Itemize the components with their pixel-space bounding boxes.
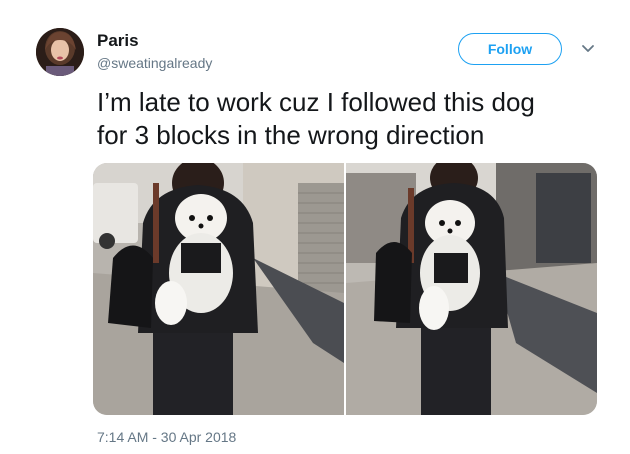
- tweet-text-line: for 3 blocks in the wrong direction: [97, 120, 485, 150]
- display-name[interactable]: Paris: [97, 31, 139, 51]
- tweet-timestamp[interactable]: 7:14 AM - 30 Apr 2018: [97, 429, 236, 445]
- tweet-text: I’m late to work cuz I followed this dog…: [97, 86, 607, 152]
- tweet-text-line: I’m late to work cuz I followed this dog: [97, 87, 535, 117]
- avatar[interactable]: [36, 28, 84, 76]
- user-handle[interactable]: @sweatingalready: [97, 55, 212, 71]
- tweet-photo[interactable]: [93, 163, 344, 415]
- tweet-media: [93, 163, 597, 415]
- chevron-down-icon[interactable]: [580, 40, 596, 56]
- tweet-photo[interactable]: [346, 163, 597, 415]
- follow-button[interactable]: Follow: [458, 33, 562, 65]
- avatar-photo: [36, 28, 84, 76]
